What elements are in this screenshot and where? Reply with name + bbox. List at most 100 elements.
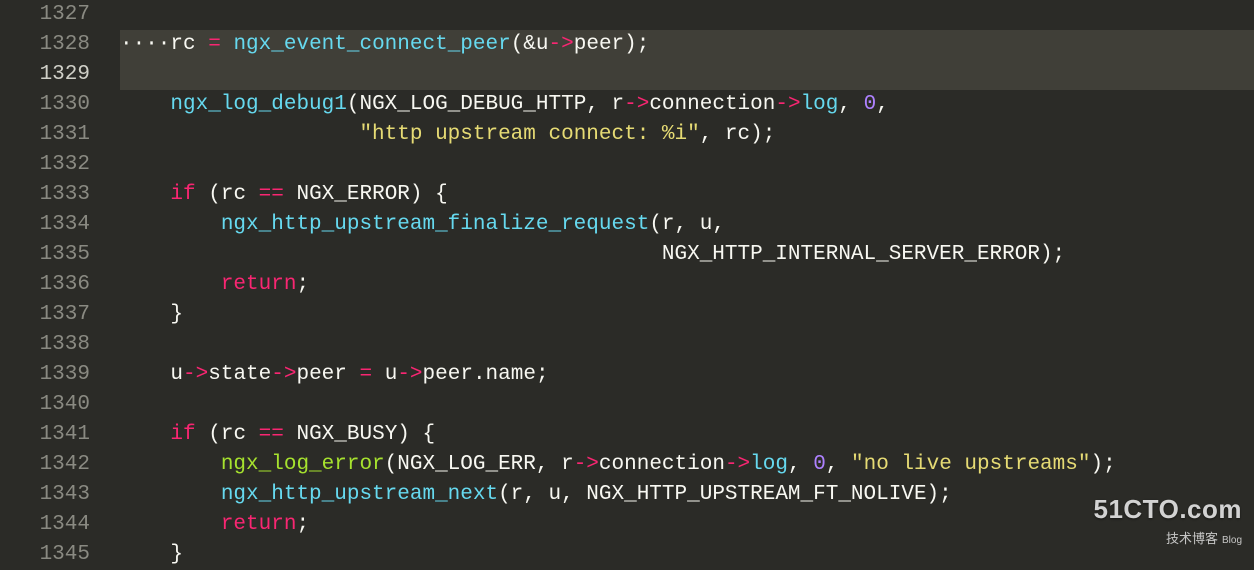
token-par: (r, u, NGX_HTTP_UPSTREAM_FT_NOLIVE); (498, 483, 952, 506)
token-fn: ngx_log_debug1 (170, 93, 346, 116)
code-line[interactable]: ngx_log_debug1(NGX_LOG_DEBUG_HTTP, r->co… (120, 90, 1254, 120)
token-var (120, 453, 221, 476)
token-par: } (120, 303, 183, 326)
token-var (120, 483, 221, 506)
token-par: , (838, 93, 863, 116)
line-number: 1332 (0, 150, 90, 180)
token-par: (NGX_LOG_ERR, r (385, 453, 574, 476)
token-var (120, 513, 221, 536)
token-ptr: -> (725, 453, 750, 476)
code-line[interactable]: } (120, 540, 1254, 570)
line-number: 1343 (0, 480, 90, 510)
token-ptr: -> (574, 453, 599, 476)
code-line[interactable]: "http upstream connect: %i", rc); (120, 120, 1254, 150)
token-par: ); (1090, 453, 1115, 476)
token-par: ; (296, 273, 309, 296)
code-line[interactable]: return; (120, 270, 1254, 300)
token-var (120, 423, 170, 446)
token-var (120, 213, 221, 236)
token-op: == (259, 183, 284, 206)
token-prop: connection (599, 453, 725, 476)
token-num: 0 (813, 453, 826, 476)
code-area[interactable]: ····rc = ngx_event_connect_peer(&u->peer… (110, 0, 1254, 568)
line-number: 1338 (0, 330, 90, 360)
token-prop: peer (296, 363, 359, 386)
line-number: 1335 (0, 240, 90, 270)
line-number-gutter: 1327132813291330133113321333133413351336… (0, 0, 110, 568)
line-number: 1331 (0, 120, 90, 150)
code-line[interactable]: ····rc = ngx_event_connect_peer(&u->peer… (120, 30, 1254, 60)
code-line[interactable] (120, 150, 1254, 180)
line-number: 1336 (0, 270, 90, 300)
token-op: == (259, 423, 284, 446)
token-ptr: -> (183, 363, 208, 386)
token-fn: ngx_http_upstream_next (221, 483, 498, 506)
token-prop: peer.name; (423, 363, 549, 386)
token-par: (r, u, (649, 213, 725, 236)
token-par: NGX_ERROR) { (284, 183, 448, 206)
token-prop: peer); (574, 33, 650, 56)
token-par: NGX_BUSY) { (284, 423, 435, 446)
code-line[interactable]: } (120, 300, 1254, 330)
code-line[interactable] (120, 330, 1254, 360)
line-number: 1344 (0, 510, 90, 540)
code-line[interactable] (120, 60, 1254, 90)
line-number: 1340 (0, 390, 90, 420)
line-number: 1339 (0, 360, 90, 390)
line-number: 1333 (0, 180, 90, 210)
token-str: "http upstream connect: %i" (359, 123, 699, 146)
token-par: , rc); (700, 123, 776, 146)
token-kw: return (221, 513, 297, 536)
token-fn: ngx_event_connect_peer (233, 33, 510, 56)
code-line[interactable]: ngx_log_error(NGX_LOG_ERR, r->connection… (120, 450, 1254, 480)
token-var: NGX_HTTP_INTERNAL_SERVER_ERROR); (120, 243, 1065, 266)
token-par: , (826, 453, 851, 476)
token-par: , (876, 93, 889, 116)
line-number: 1334 (0, 210, 90, 240)
token-ptr: -> (624, 93, 649, 116)
line-number: 1337 (0, 300, 90, 330)
token-par: (&u (511, 33, 549, 56)
token-prop: connection (649, 93, 775, 116)
token-kw: if (170, 423, 195, 446)
code-line[interactable]: if (rc == NGX_BUSY) { (120, 420, 1254, 450)
code-line[interactable]: return; (120, 510, 1254, 540)
code-line[interactable] (120, 0, 1254, 30)
token-par: (rc (196, 183, 259, 206)
code-line[interactable]: ngx_http_upstream_next(r, u, NGX_HTTP_UP… (120, 480, 1254, 510)
token-par: , (788, 453, 813, 476)
token-num: 0 (864, 93, 877, 116)
token-par: (rc (196, 423, 259, 446)
token-var: rc (170, 33, 208, 56)
token-prop: state (208, 363, 271, 386)
code-line[interactable]: ngx_http_upstream_finalize_request(r, u, (120, 210, 1254, 240)
token-str: "no live upstreams" (851, 453, 1090, 476)
code-line[interactable]: NGX_HTTP_INTERNAL_SERVER_ERROR); (120, 240, 1254, 270)
token-var: u (385, 363, 398, 386)
code-line[interactable]: u->state->peer = u->peer.name; (120, 360, 1254, 390)
token-var: u (120, 363, 183, 386)
token-call: ngx_log_error (221, 453, 385, 476)
line-number: 1330 (0, 90, 90, 120)
token-ptr: -> (271, 363, 296, 386)
line-number: 1342 (0, 450, 90, 480)
token-ptr: -> (549, 33, 574, 56)
token-mem: log (750, 453, 788, 476)
line-number: 1341 (0, 420, 90, 450)
token-kw: if (170, 183, 195, 206)
token-ptr: -> (775, 93, 800, 116)
line-number: 1327 (0, 0, 90, 30)
token-kw: return (221, 273, 297, 296)
code-line[interactable]: if (rc == NGX_ERROR) { (120, 180, 1254, 210)
token-var (120, 183, 170, 206)
token-par: } (120, 543, 183, 566)
token-par: (NGX_LOG_DEBUG_HTTP, r (347, 93, 624, 116)
code-editor[interactable]: 1327132813291330133113321333133413351336… (0, 0, 1254, 568)
token-indent-guide: ···· (120, 33, 170, 56)
token-ptr: -> (397, 363, 422, 386)
line-number: 1328 (0, 30, 90, 60)
token-fn: ngx_http_upstream_finalize_request (221, 213, 649, 236)
code-line[interactable] (120, 390, 1254, 420)
line-number: 1345 (0, 540, 90, 570)
token-mem: log (801, 93, 839, 116)
